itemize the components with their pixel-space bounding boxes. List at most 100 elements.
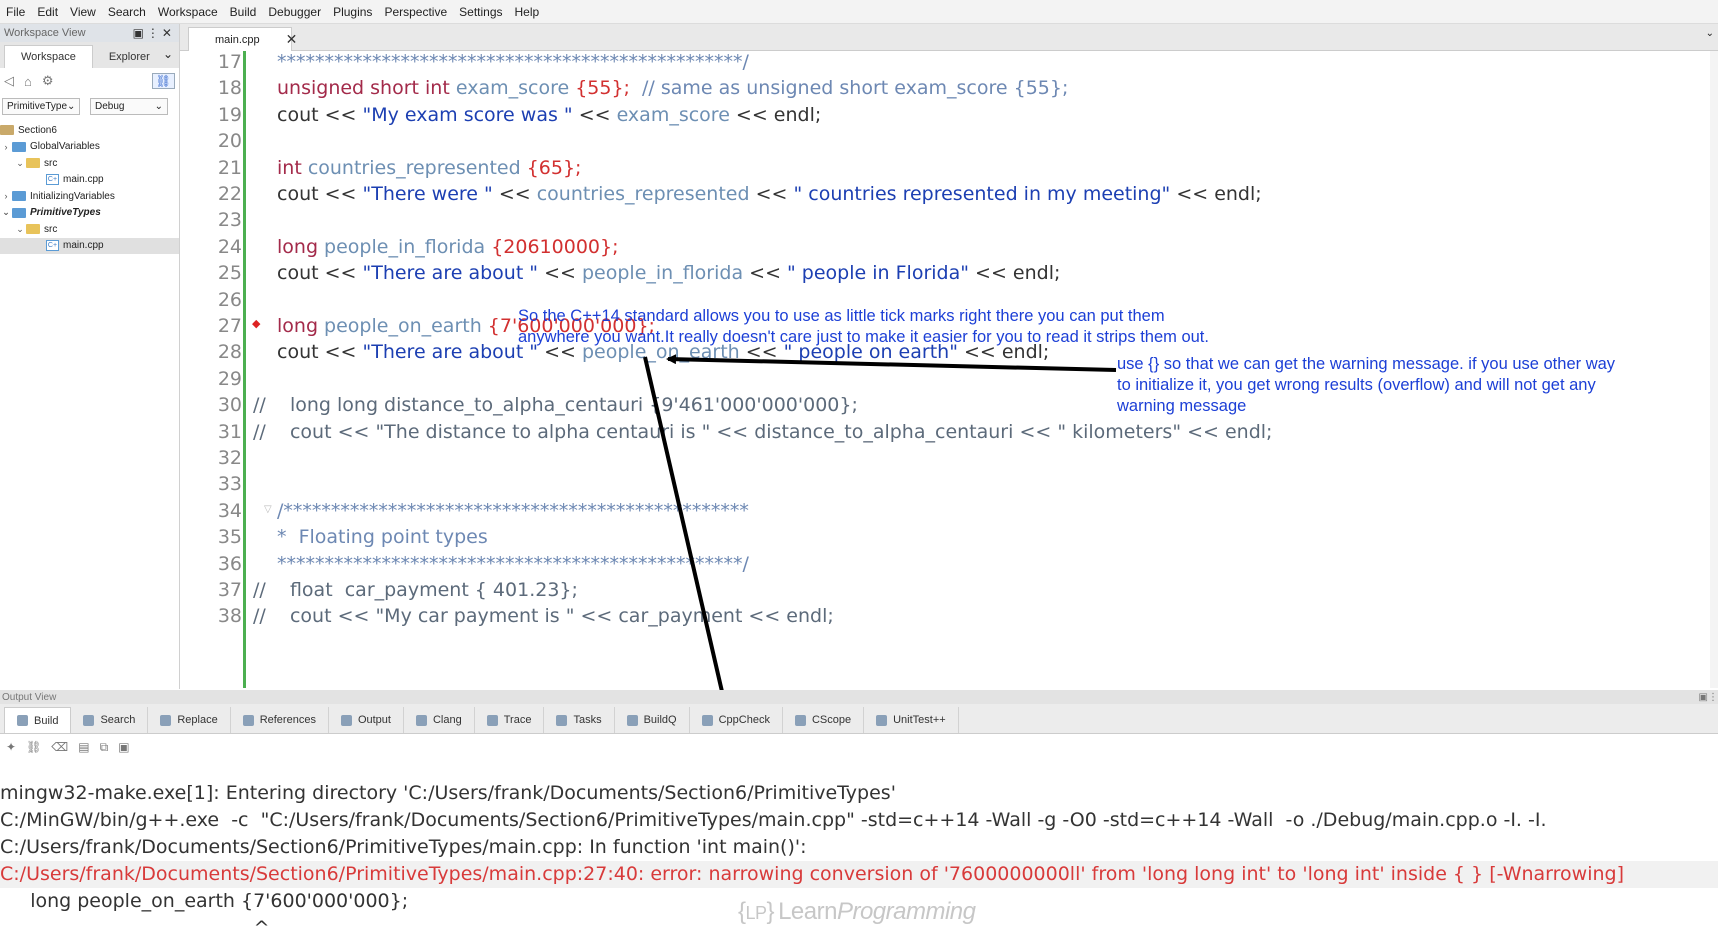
code-line: cout << "There are about " << people_in_… [277, 262, 1060, 284]
output-toolbar: ✦ ⛓ ⌫ ▤ ⧉ ▣ [0, 734, 1718, 760]
code-token: " people in Florida" [787, 262, 969, 285]
code-line: // float car_payment { 401.23}; [253, 579, 578, 601]
workspace-titlebar: Workspace View ▣⋮✕ [0, 24, 179, 42]
expand-icon[interactable]: › [0, 191, 12, 201]
tab-build[interactable]: Build [4, 707, 72, 733]
code-line: /***************************************… [277, 500, 749, 522]
line-number: 25 [217, 262, 242, 285]
home-icon[interactable]: ⌂ [24, 74, 32, 89]
code-token: people_on_earth [324, 315, 488, 337]
annotation-line: warning message [1117, 397, 1247, 415]
tab-workspace[interactable]: Workspace [4, 45, 93, 68]
pane-controls-icon[interactable]: ▣⋮ [1699, 692, 1718, 703]
menu-bar: File Edit View Search Workspace Build De… [0, 0, 1718, 24]
clear-icon[interactable]: ⌫ [51, 740, 68, 754]
tab-label: CScope [811, 714, 852, 726]
code-token: "There are about " [362, 341, 539, 364]
fold-icon[interactable]: ▽ [264, 504, 272, 515]
code-token: << [492, 183, 537, 205]
cpp-file-icon: C+ [46, 240, 59, 252]
tree-item-src[interactable]: ⌄ src [0, 155, 179, 172]
line-number: 36 [217, 552, 242, 575]
menu-settings[interactable]: Settings [453, 5, 508, 19]
menu-workspace[interactable]: Workspace [152, 5, 224, 19]
annotation-line: anywhere you want.It really doesn't care… [518, 328, 1209, 346]
replace-icon [160, 714, 172, 726]
code-line: unsigned short int exam_score {55}; // s… [277, 77, 1068, 99]
tab-replace[interactable]: Replace [148, 707, 231, 733]
tab-label: Replace [177, 714, 218, 726]
close-icon[interactable]: ✕ [286, 31, 298, 48]
pin-icon[interactable]: ✦ [6, 740, 16, 754]
tasks-icon [556, 714, 568, 726]
editor-scrollbar[interactable] [1710, 51, 1718, 688]
code-line: ****************************************… [277, 553, 749, 575]
chevron-down-icon[interactable]: ⌄ [1706, 28, 1714, 39]
menu-build[interactable]: Build [224, 5, 263, 19]
collapse-icon[interactable]: ⌄ [0, 207, 12, 218]
tree-item-primitivetypes[interactable]: ⌄ PrimitiveTypes [0, 205, 179, 222]
tab-explorer[interactable]: Explorer [93, 46, 166, 68]
menu-view[interactable]: View [64, 5, 102, 19]
code-token: long [277, 235, 325, 258]
tree-item-main-cpp-selected[interactable]: C+ main.cpp [0, 237, 179, 254]
settings-icon[interactable]: ⚙ [42, 73, 54, 89]
tab-buildq[interactable]: BuildQ [615, 707, 690, 733]
tab-clang[interactable]: Clang [404, 707, 475, 733]
tab-output[interactable]: Output [329, 707, 404, 733]
annotation-line: use {} so that we can get the warning me… [1117, 355, 1616, 373]
error-marker-icon[interactable]: ◆ [252, 317, 260, 330]
editor-tab-main-cpp[interactable]: main.cpp ✕ [188, 27, 297, 51]
tab-cscope[interactable]: CScope [783, 707, 865, 733]
project-select[interactable]: PrimitiveType ⌄ [2, 97, 80, 115]
paste-icon[interactable]: ▣ [118, 740, 129, 754]
tab-search[interactable]: Search [71, 707, 149, 733]
chevron-down-icon[interactable]: ⌄ [163, 47, 173, 61]
menu-help[interactable]: Help [509, 5, 546, 19]
buildq-icon [626, 714, 638, 726]
collapse-icon[interactable]: ⌄ [14, 224, 26, 235]
code-token: "There were " [362, 183, 493, 205]
tab-label: Build [34, 714, 59, 727]
link-editor-icon[interactable]: ⛓ [151, 73, 175, 89]
annotation-brace-init: use {} so that we can get the warning me… [1117, 354, 1615, 417]
menu-debugger[interactable]: Debugger [262, 5, 327, 19]
cpp-file-icon: C+ [46, 174, 59, 186]
config-select-value: Debug [95, 100, 125, 112]
menu-edit[interactable]: Edit [31, 5, 64, 19]
expand-icon[interactable]: › [0, 142, 12, 152]
link-icon[interactable]: ⛓ [26, 740, 41, 754]
tree-item-section6[interactable]: Section6 [0, 122, 179, 139]
copy-icon[interactable]: ⧉ [100, 740, 109, 755]
menu-file[interactable]: File [0, 5, 31, 19]
tab-label: Trace [503, 714, 532, 726]
tab-label: Output [357, 714, 391, 726]
save-icon[interactable]: ▤ [78, 740, 89, 754]
tab-references[interactable]: References [231, 707, 329, 733]
collapse-icon[interactable]: ⌄ [14, 158, 26, 169]
tab-unittest-[interactable]: UnitTest++ [864, 707, 959, 733]
pane-controls-icon[interactable]: ▣⋮✕ [133, 26, 175, 40]
code-token: << [749, 183, 794, 205]
code-token: unsigned short int [277, 77, 456, 100]
code-token: cout << [277, 103, 363, 126]
code-token: exam_score [455, 77, 576, 100]
goto-icon[interactable]: ◁ [4, 73, 14, 89]
tree-item-src[interactable]: ⌄ src [0, 221, 179, 238]
line-number: 30 [217, 394, 242, 417]
tree-item-initializingvariables[interactable]: › InitializingVariables [0, 188, 179, 205]
tree-item-main-cpp[interactable]: C+ main.cpp [0, 172, 179, 189]
tab-trace[interactable]: Trace [475, 707, 545, 733]
code-token: // cout << "The distance to alpha centau… [253, 420, 1273, 443]
menu-plugins[interactable]: Plugins [327, 5, 378, 19]
config-select[interactable]: Debug ⌄ [90, 97, 168, 115]
code-token: int [277, 156, 308, 179]
tab-cppcheck[interactable]: CppCheck [690, 707, 783, 733]
tab-tasks[interactable]: Tasks [544, 707, 615, 733]
output-titlebar: Output View ▣⋮ [0, 690, 1718, 704]
menu-search[interactable]: Search [102, 5, 152, 19]
folder-icon [26, 224, 40, 235]
menu-perspective[interactable]: Perspective [378, 5, 453, 19]
tree-item-globalvariables[interactable]: › GlobalVariables [0, 139, 179, 156]
code-line: // cout << "My car payment is " << car_p… [253, 605, 834, 627]
